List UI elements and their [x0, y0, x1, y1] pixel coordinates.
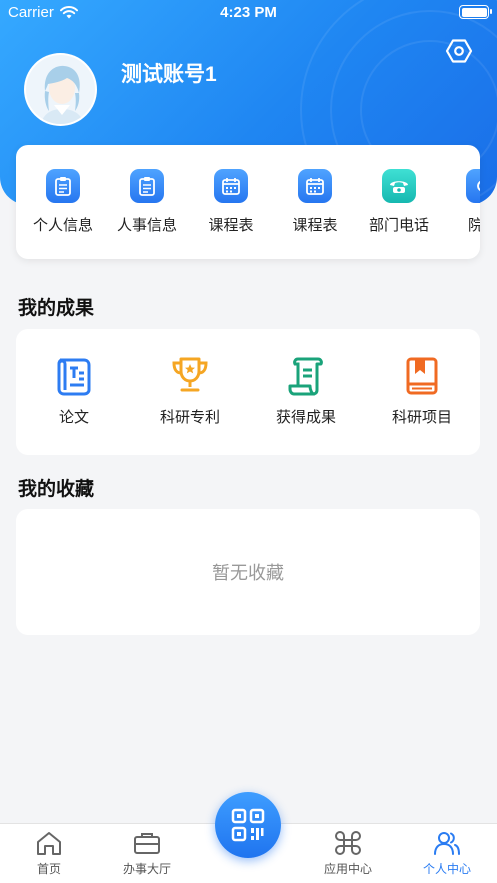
quick-link-hr-info[interactable]: 人事信息 — [105, 169, 189, 235]
favorites-title: 我的收藏 — [18, 479, 95, 500]
tab-home[interactable]: 首页 — [4, 830, 94, 877]
account-name: 测试账号1 — [121, 63, 217, 86]
achievement-projects[interactable]: 科研项目 — [364, 354, 480, 427]
achievement-patents[interactable]: 科研专利 — [132, 354, 248, 427]
quick-link-label: 课程表 — [292, 217, 338, 234]
quick-link-department[interactable]: 院系 — [441, 169, 480, 235]
quick-link-label: 课程表 — [208, 217, 254, 234]
scan-qr-button[interactable] — [215, 792, 281, 858]
calendar-icon — [214, 169, 248, 203]
clipboard-icon — [130, 169, 164, 203]
settings-hexagon-icon — [445, 39, 473, 63]
quick-link-dept-phone[interactable]: 部门电话 — [357, 169, 441, 235]
status-bar: Carrier 4:23 PM — [0, 0, 497, 26]
clock: 4:23 PM — [220, 4, 277, 21]
users-icon — [434, 832, 460, 855]
tab-label: 个人中心 — [422, 862, 471, 876]
tab-label: 首页 — [36, 862, 61, 876]
achievement-label: 论文 — [58, 409, 89, 426]
quick-link-schedule[interactable]: 课程表 — [189, 169, 273, 235]
achievement-results[interactable]: 获得成果 — [248, 354, 364, 427]
quick-link-label: 个人信息 — [32, 217, 93, 234]
partial-icon — [466, 169, 480, 203]
briefcase-icon — [134, 833, 160, 854]
quick-link-label: 部门电话 — [368, 217, 429, 234]
battery-icon — [459, 5, 492, 19]
paper-icon — [57, 358, 91, 396]
quick-link-schedule-2[interactable]: 课程表 — [273, 169, 357, 235]
achievement-papers[interactable]: 论文 — [16, 354, 132, 427]
favorites-empty-text: 暂无收藏 — [212, 563, 284, 583]
achievements-title: 我的成果 — [18, 298, 95, 319]
home-icon — [37, 832, 61, 855]
tab-label: 应用中心 — [323, 862, 372, 876]
qr-code-icon — [231, 808, 265, 842]
tab-label: 办事大厅 — [122, 862, 171, 876]
trophy-icon — [172, 357, 208, 392]
calendar-icon — [298, 169, 332, 203]
tab-personal-center[interactable]: 个人中心 — [402, 830, 492, 877]
tab-app-center[interactable]: 应用中心 — [303, 830, 393, 877]
clipboard-icon — [46, 169, 80, 203]
settings-button[interactable] — [445, 37, 473, 65]
quick-link-personal-info[interactable]: 个人信息 — [21, 169, 105, 235]
command-icon — [335, 831, 361, 855]
achievement-label: 科研专利 — [159, 409, 220, 426]
achievements-card: 论文 科研专利 获得成果 科研项目 — [16, 329, 480, 455]
achievement-label: 科研项目 — [391, 409, 452, 426]
avatar[interactable] — [24, 53, 97, 126]
favorites-card: 暂无收藏 — [16, 509, 480, 635]
phone-icon — [382, 169, 416, 203]
scroll-icon — [288, 357, 323, 396]
quick-link-label: 院系 — [467, 217, 480, 234]
achievement-label: 获得成果 — [275, 409, 336, 426]
quick-links-card: 个人信息 人事信息 课程表 课程表 部门电话 院系 — [16, 145, 480, 259]
book-icon — [406, 357, 438, 395]
tab-service-hall[interactable]: 办事大厅 — [102, 830, 192, 877]
quick-link-label: 人事信息 — [116, 217, 177, 234]
